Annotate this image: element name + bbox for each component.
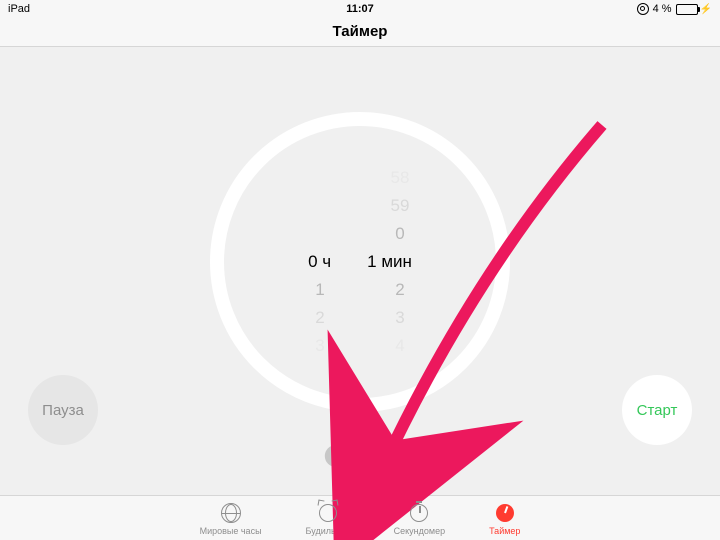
pause-button[interactable]: Пауза [28, 375, 98, 445]
timer-icon [494, 502, 516, 524]
picker-hour-m3 [298, 164, 342, 192]
picker-hour-p3: 3 [298, 332, 342, 360]
page-title: Таймер [0, 18, 720, 47]
tab-timer[interactable]: Таймер [489, 502, 520, 536]
picker-min-m2: 59 [378, 192, 422, 220]
tab-timer-label: Таймер [489, 526, 520, 536]
tab-stopwatch[interactable]: Секундомер [394, 502, 445, 536]
picker-min-m3: 58 [378, 164, 422, 192]
status-time: 11:07 [0, 3, 720, 15]
picker-hour-selected: 0 [308, 252, 317, 271]
status-bar: iPad 11:07 4 % ⚡ [0, 0, 720, 18]
sound-label: Радар [355, 448, 395, 464]
tab-alarm[interactable]: Будильник [306, 502, 350, 536]
picker-min-selected: 1 [367, 252, 376, 271]
picker-hour-m2 [298, 192, 342, 220]
orientation-lock-icon [637, 3, 649, 15]
music-note-icon: ♫ [325, 445, 347, 467]
picker-hour-m1 [298, 220, 342, 248]
picker-min-p3: 4 [378, 332, 422, 360]
time-picker[interactable]: 58 59 0 0 ч 1 мин 12 23 34 [270, 164, 450, 360]
start-button[interactable]: Старт [622, 375, 692, 445]
picker-min-m1: 0 [378, 220, 422, 248]
tab-alarm-label: Будильник [306, 526, 350, 536]
alarm-icon [317, 502, 339, 524]
tab-bar: Мировые часы Будильник Секундомер Таймер [0, 495, 720, 540]
globe-icon [220, 502, 242, 524]
picker-hour-p2: 2 [298, 304, 342, 332]
tab-stopwatch-label: Секундомер [394, 526, 445, 536]
picker-min-p1: 2 [378, 276, 422, 304]
tab-world-label: Мировые часы [200, 526, 262, 536]
sound-picker[interactable]: ♫ Радар [325, 445, 395, 467]
stopwatch-icon [408, 502, 430, 524]
hours-unit-label: ч [322, 252, 331, 271]
tab-world-clock[interactable]: Мировые часы [200, 502, 262, 536]
picker-min-p2: 3 [378, 304, 422, 332]
timer-main: 58 59 0 0 ч 1 мин 12 23 34 Пауза Старт ♫… [0, 47, 720, 495]
picker-hour-p1: 1 [298, 276, 342, 304]
minutes-unit-label: мин [381, 252, 412, 271]
start-label: Старт [637, 402, 678, 419]
pause-label: Пауза [42, 402, 84, 419]
